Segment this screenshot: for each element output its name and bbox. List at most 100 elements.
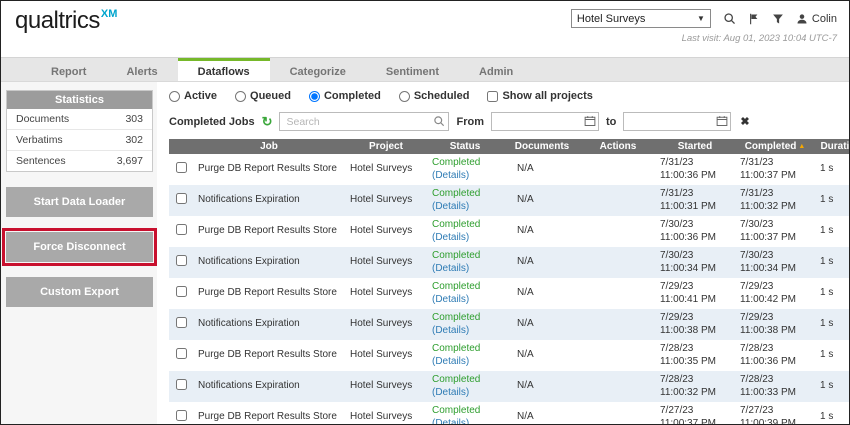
tab-sentiment[interactable]: Sentiment: [366, 58, 459, 81]
tab-categorize[interactable]: Categorize: [270, 58, 366, 81]
force-disconnect-button[interactable]: Force Disconnect: [6, 232, 153, 262]
app-root: qualtricsXM Hotel Surveys ▼: [0, 0, 850, 425]
job-cell: Notifications Expiration: [193, 309, 345, 340]
completed-cell: 7/28/23 11:00:36 PM: [735, 340, 815, 371]
details-link[interactable]: (Details): [432, 325, 498, 338]
duration-cell: 1 s: [815, 340, 849, 371]
last-visit-text: Last visit: Aug 01, 2023 10:04 UTC-7: [682, 33, 837, 44]
radio-active-input[interactable]: [169, 91, 180, 102]
col-header-project[interactable]: Project: [345, 139, 427, 154]
filter-icon[interactable]: [772, 13, 784, 25]
radio-queued-label: Queued: [250, 90, 291, 102]
radio-scheduled[interactable]: Scheduled: [399, 90, 470, 102]
col-header-status[interactable]: Status: [427, 139, 503, 154]
status-cell: Completed (Details): [427, 309, 503, 340]
radio-queued[interactable]: Queued: [235, 90, 291, 102]
show-all-projects-input[interactable]: [487, 91, 498, 102]
row-checkbox[interactable]: [176, 379, 187, 390]
stat-value: 303: [125, 113, 143, 125]
row-checkbox[interactable]: [176, 348, 187, 359]
flag-icon[interactable]: [748, 13, 760, 25]
actions-cell: [581, 278, 655, 309]
radio-queued-input[interactable]: [235, 91, 246, 102]
details-link[interactable]: (Details): [432, 294, 498, 307]
status-cell: Completed (Details): [427, 402, 503, 425]
details-link[interactable]: (Details): [432, 387, 498, 400]
actions-cell: [581, 154, 655, 185]
completed-cell: 7/29/23 11:00:38 PM: [735, 309, 815, 340]
stat-value: 302: [125, 134, 143, 146]
details-link[interactable]: (Details): [432, 263, 498, 276]
project-cell: Hotel Surveys: [345, 247, 427, 278]
started-cell: 7/29/23 11:00:38 PM: [655, 309, 735, 340]
job-cell: Purge DB Report Results Store: [193, 216, 345, 247]
radio-completed-label: Completed: [324, 90, 381, 102]
row-checkbox[interactable]: [176, 255, 187, 266]
tab-bar: Report Alerts Dataflows Categorize Senti…: [1, 57, 849, 82]
clear-dates-icon[interactable]: ✖: [740, 115, 749, 128]
col-header-started[interactable]: Started: [655, 139, 735, 154]
radio-completed[interactable]: Completed: [309, 90, 381, 102]
details-link[interactable]: (Details): [432, 232, 498, 245]
to-label: to: [606, 116, 616, 128]
started-cell: 7/30/23 11:00:34 PM: [655, 247, 735, 278]
refresh-icon[interactable]: ↻: [262, 115, 273, 128]
to-date-input[interactable]: [623, 112, 731, 131]
calendar-icon[interactable]: [716, 115, 728, 130]
show-all-projects-checkbox[interactable]: Show all projects: [487, 90, 592, 102]
from-label: From: [456, 116, 484, 128]
details-link[interactable]: (Details): [432, 201, 498, 214]
qualtrics-logo: qualtricsXM: [15, 9, 116, 33]
row-checkbox[interactable]: [176, 193, 187, 204]
duration-cell: 1 s: [815, 278, 849, 309]
documents-cell: N/A: [503, 247, 581, 278]
col-header-job[interactable]: Job: [193, 139, 345, 154]
row-checkbox[interactable]: [176, 410, 187, 421]
actions-cell: [581, 402, 655, 425]
row-checkbox[interactable]: [176, 162, 187, 173]
col-header-checkbox: [169, 139, 193, 154]
documents-cell: N/A: [503, 216, 581, 247]
table-row: Purge DB Report Results Store Hotel Surv…: [169, 340, 849, 371]
start-data-loader-button[interactable]: Start Data Loader: [6, 187, 153, 217]
tab-admin[interactable]: Admin: [459, 58, 533, 81]
statistics-panel: Statistics Documents 303 Verbatims 302 S…: [6, 90, 153, 172]
status-cell: Completed (Details): [427, 371, 503, 402]
custom-export-button[interactable]: Custom Export: [6, 277, 153, 307]
col-header-documents[interactable]: Documents: [503, 139, 581, 154]
search-input[interactable]: [279, 112, 449, 131]
details-link[interactable]: (Details): [432, 356, 498, 369]
status-text: Completed: [432, 343, 498, 356]
col-header-completed[interactable]: Completed▲: [735, 139, 815, 154]
radio-completed-input[interactable]: [309, 91, 320, 102]
table-row: Notifications Expiration Hotel Surveys C…: [169, 371, 849, 402]
sidebar: Statistics Documents 303 Verbatims 302 S…: [1, 82, 157, 425]
row-checkbox[interactable]: [176, 286, 187, 297]
tab-dataflows[interactable]: Dataflows: [178, 58, 270, 81]
tab-report[interactable]: Report: [31, 58, 106, 81]
stat-value: 3,697: [117, 155, 143, 167]
completed-cell: 7/31/23 11:00:32 PM: [735, 185, 815, 216]
from-date-input[interactable]: [491, 112, 599, 131]
row-checkbox[interactable]: [176, 224, 187, 235]
completed-cell: 7/30/23 11:00:34 PM: [735, 247, 815, 278]
status-cell: Completed (Details): [427, 247, 503, 278]
radio-scheduled-input[interactable]: [399, 91, 410, 102]
details-link[interactable]: (Details): [432, 170, 498, 183]
details-link[interactable]: (Details): [432, 418, 498, 425]
jobs-search: [279, 112, 449, 131]
status-cell: Completed (Details): [427, 185, 503, 216]
search-icon[interactable]: [723, 12, 736, 25]
project-select[interactable]: Hotel Surveys ▼: [571, 9, 711, 28]
col-header-duration[interactable]: Duration: [815, 139, 849, 154]
status-cell: Completed (Details): [427, 278, 503, 309]
stat-row-documents: Documents 303: [7, 109, 152, 130]
started-cell: 7/28/23 11:00:32 PM: [655, 371, 735, 402]
radio-active[interactable]: Active: [169, 90, 217, 102]
calendar-icon[interactable]: [584, 115, 596, 130]
duration-cell: 1 s: [815, 402, 849, 425]
col-header-actions[interactable]: Actions: [581, 139, 655, 154]
user-menu[interactable]: Colin: [796, 13, 837, 25]
row-checkbox[interactable]: [176, 317, 187, 328]
tab-alerts[interactable]: Alerts: [106, 58, 177, 81]
